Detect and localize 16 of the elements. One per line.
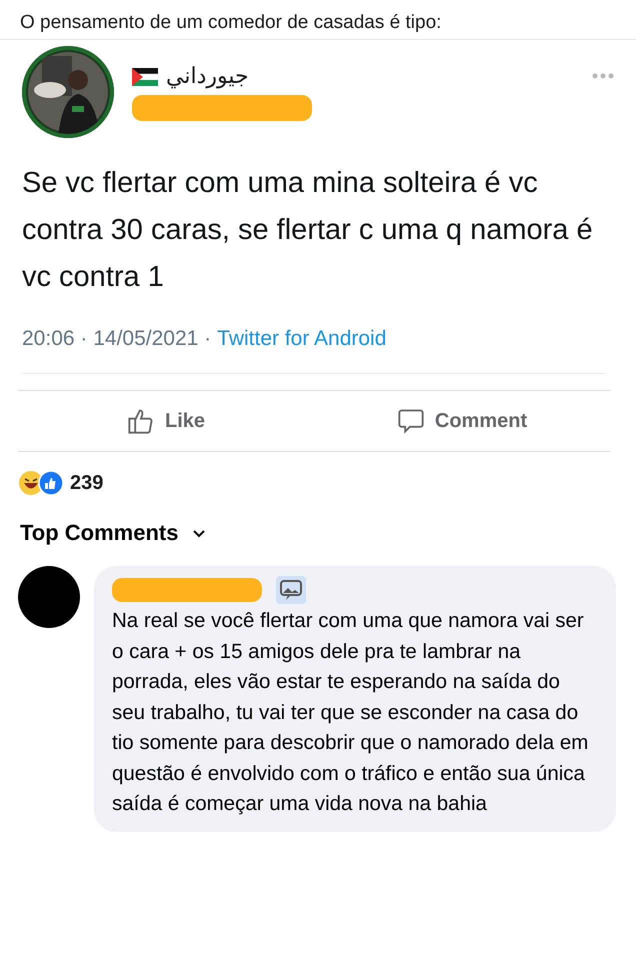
palestine-flag-icon	[132, 68, 158, 86]
speech-bubble-icon	[396, 407, 425, 435]
comment-button[interactable]: Comment	[314, 391, 610, 451]
chevron-down-icon	[192, 528, 206, 538]
image-comment-icon	[276, 576, 306, 604]
author-name: جيورداني	[166, 64, 249, 89]
reaction-icons	[18, 470, 64, 496]
source-link[interactable]: Twitter for Android	[217, 327, 386, 351]
post-caption: O pensamento de um comedor de casadas é tipo:	[0, 0, 636, 40]
thumbs-up-icon	[126, 407, 155, 435]
like-button[interactable]: Like	[18, 391, 314, 451]
top-comments-dropdown[interactable]: Top Comments	[20, 520, 206, 546]
tweet-text: Se vc flertar com uma mina solteira é vc contra 30 caras, se flertar c uma q namora é vc contra 1	[22, 166, 594, 295]
reaction-count: 239	[70, 472, 104, 494]
timestamp: 20:06 · 14/05/2021 ·	[22, 327, 212, 351]
comment-text: Na real se você flertar com uma que namora vai ser o cara + os 15 amigos dele pra te lambrar na porrada, eles vão estar te esperando na saída do seu trabalho, tu vai ter que se esconder na casa do tio somente para descobrir que o namorado dela em questão é envolvido com o tráfico e então sua única saída é começar uma vida nova na bahia	[112, 608, 590, 817]
